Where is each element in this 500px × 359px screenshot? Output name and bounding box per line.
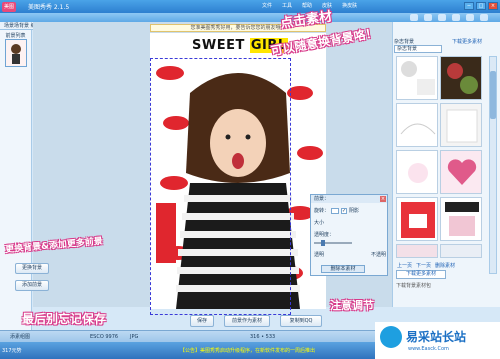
- material-pager: 上一页 下一页 删除素材: [397, 262, 455, 269]
- window-controls: − □ ×: [464, 2, 498, 10]
- material-pack-link[interactable]: 下载背景素材包: [396, 282, 431, 289]
- transparency-slider-row: [314, 240, 352, 246]
- material-thumb[interactable]: [440, 103, 482, 147]
- title-bar: 美图 美图秀秀 2.1.5 文件 工具 帮助 皮肤 换皮肤 − □ ×: [0, 0, 500, 13]
- brand-text: 317元势: [2, 348, 22, 354]
- rotate-input[interactable]: [331, 207, 340, 214]
- redo-icon[interactable]: [438, 14, 446, 21]
- window-title: 美图秀秀 2.1.5: [28, 4, 70, 11]
- save-button[interactable]: 保存: [190, 315, 214, 327]
- size-row: 大小: [314, 219, 324, 226]
- material-thumb[interactable]: [396, 103, 438, 147]
- size-label: 大小: [314, 220, 325, 226]
- sweet-text: SWEET: [192, 38, 245, 53]
- app-logo: 美图: [2, 1, 16, 12]
- foreground-properties-panel: 前景： × 旋转： ✓ 阴影 大小 透明度： 透明 不透明 删除本素材: [310, 194, 388, 276]
- minimize-button[interactable]: −: [464, 2, 474, 10]
- add-foreground-button[interactable]: 添加前景: [15, 280, 49, 291]
- material-thumb[interactable]: [396, 197, 438, 241]
- material-thumb[interactable]: [440, 197, 482, 241]
- download-more-button[interactable]: 下载更多素材: [396, 270, 446, 279]
- foreground-list-title: 前景列表: [5, 33, 26, 39]
- replace-background-button[interactable]: 更换背景: [15, 263, 49, 274]
- shadow-label: 阴影: [349, 208, 360, 214]
- watermark-site: 易采站长站: [406, 330, 467, 344]
- settings-icon[interactable]: [466, 14, 474, 21]
- material-thumb[interactable]: [396, 56, 438, 100]
- transparency-scale: 透明 不透明: [314, 251, 386, 258]
- opaque-label: 不透明: [370, 252, 386, 258]
- rotate-row: 旋转： ✓ 阴影: [314, 207, 359, 214]
- announcement-text[interactable]: 【公告】美图秀秀启动升级程序，在新软件发布的一周后推出: [180, 347, 315, 354]
- set-as-material-button[interactable]: 前景作为素材: [224, 315, 270, 327]
- prev-page-link[interactable]: 上一页: [397, 262, 412, 269]
- category-select[interactable]: 杂志背景: [394, 45, 442, 53]
- props-title: 前景：: [311, 195, 387, 203]
- transparency-label: 透明度：: [314, 232, 335, 238]
- props-close-button[interactable]: ×: [380, 196, 386, 202]
- next-page-link[interactable]: 下一页: [416, 262, 431, 269]
- annotation-adjust: 注意调节: [330, 299, 374, 312]
- material-category[interactable]: 杂志背景: [394, 38, 414, 45]
- foreground-selection-box[interactable]: [150, 58, 291, 315]
- material-thumb[interactable]: [396, 150, 438, 194]
- material-thumb[interactable]: [440, 56, 482, 100]
- material-scrollbar[interactable]: [489, 56, 497, 274]
- transparency-row: 透明度：: [314, 231, 334, 238]
- download-more-link[interactable]: 下载更多素材: [452, 38, 482, 45]
- transparency-slider[interactable]: [314, 240, 352, 246]
- scrollbar-thumb[interactable]: [490, 71, 496, 119]
- maximize-button[interactable]: □: [476, 2, 486, 10]
- undo-icon[interactable]: [424, 14, 432, 21]
- menu-file[interactable]: 文件: [262, 2, 272, 9]
- transparent-label: 透明: [314, 252, 325, 258]
- site-logo-icon: [380, 326, 402, 348]
- toolbar: [0, 13, 500, 22]
- menu-change-skin[interactable]: 换皮肤: [342, 2, 357, 9]
- rotate-icon[interactable]: [452, 14, 460, 21]
- rotate-label: 旋转：: [314, 208, 330, 214]
- foreground-thumbnail[interactable]: [5, 39, 27, 67]
- transparency-slider-knob[interactable]: [320, 240, 325, 246]
- help-icon[interactable]: [480, 14, 488, 21]
- close-button[interactable]: ×: [488, 2, 498, 10]
- material-thumb[interactable]: [440, 150, 482, 194]
- copy-to-qq-button[interactable]: 复制到QQ: [280, 315, 322, 327]
- delete-material-link[interactable]: 删除素材: [435, 262, 455, 269]
- shadow-checkbox[interactable]: ✓: [341, 207, 348, 214]
- material-thumb[interactable]: [440, 244, 482, 258]
- material-thumb[interactable]: [396, 244, 438, 258]
- menu-tools[interactable]: 工具: [282, 2, 292, 9]
- home-icon[interactable]: [410, 14, 418, 21]
- delete-material-button[interactable]: 删除本素材: [321, 265, 365, 273]
- watermark-url: www.Easck.Com: [408, 346, 449, 352]
- annotation-remember-save: 最后别忘记保存: [22, 312, 107, 326]
